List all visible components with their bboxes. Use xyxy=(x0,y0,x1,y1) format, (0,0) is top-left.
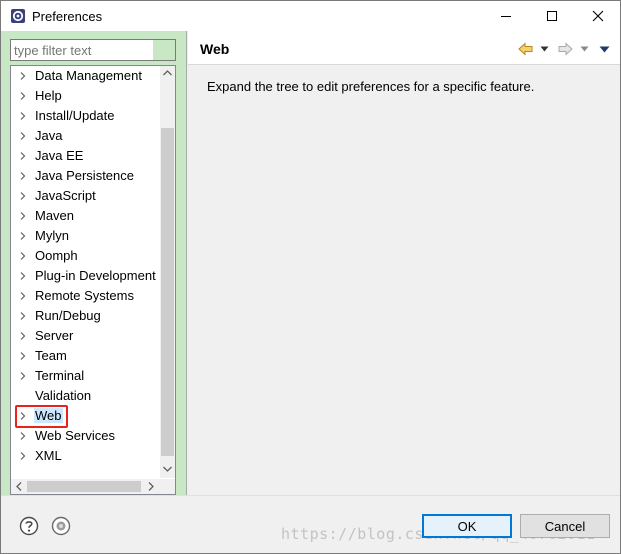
tree-item[interactable]: Help xyxy=(11,86,161,106)
tree-item-label: Java EE xyxy=(35,148,84,163)
chevron-right-icon[interactable] xyxy=(17,270,29,282)
selection-highlight-box xyxy=(15,405,68,428)
back-arrow-icon[interactable] xyxy=(518,41,534,57)
tree-item-label: Plug-in Development xyxy=(35,268,156,283)
tree-item[interactable]: XML xyxy=(11,446,161,466)
tree-item[interactable]: Install/Update xyxy=(11,106,161,126)
chevron-right-icon[interactable] xyxy=(17,150,29,162)
view-menu-icon[interactable] xyxy=(599,41,610,57)
tree-item-label: Data Management xyxy=(35,68,142,83)
tree-item-label: Remote Systems xyxy=(35,288,134,303)
scroll-right-icon[interactable] xyxy=(146,481,156,492)
chevron-right-icon[interactable] xyxy=(17,290,29,302)
tree-item[interactable]: JavaScript xyxy=(11,186,161,206)
chevron-right-icon[interactable] xyxy=(17,310,29,322)
tree-item[interactable]: Oomph xyxy=(11,246,161,266)
tree-item-label: Maven xyxy=(35,208,75,223)
chevron-right-icon[interactable] xyxy=(17,430,29,442)
tree-item-label: Terminal xyxy=(35,368,85,383)
tree-item[interactable]: Maven xyxy=(11,206,161,226)
chevron-right-icon[interactable] xyxy=(17,210,29,222)
chevron-right-icon[interactable] xyxy=(17,370,29,382)
tree-item-label: JavaScript xyxy=(35,188,96,203)
page-description: Expand the tree to edit preferences for … xyxy=(207,79,535,94)
forward-arrow-icon[interactable] xyxy=(557,41,573,57)
tree-horizontal-scrollbar[interactable] xyxy=(11,479,161,494)
chevron-right-icon[interactable] xyxy=(17,110,29,122)
scroll-down-icon[interactable] xyxy=(162,464,173,474)
preference-page: Web Expand the tree to edit preferences … xyxy=(188,31,620,495)
scroll-up-icon[interactable] xyxy=(162,68,173,78)
chevron-right-icon[interactable] xyxy=(17,190,29,202)
preference-tree: Data Management Help Install/Update Java Jav… xyxy=(10,65,176,495)
tree-item[interactable]: Server xyxy=(11,326,161,346)
maximize-button[interactable] xyxy=(529,1,575,31)
tree-item-label: Java Persistence xyxy=(35,168,134,183)
tree-item-label: Install/Update xyxy=(35,108,115,123)
page-header: Web xyxy=(188,31,620,65)
preference-tree-panel: Data Management Help Install/Update Java Jav… xyxy=(1,31,187,495)
chevron-right-icon[interactable] xyxy=(17,450,29,462)
tree-item-label: Team xyxy=(35,348,67,363)
horizontal-scroll-thumb[interactable] xyxy=(27,481,141,492)
help-icon[interactable] xyxy=(19,516,39,536)
window-title: Preferences xyxy=(32,9,103,24)
minimize-button[interactable] xyxy=(483,1,529,31)
close-icon xyxy=(592,10,604,22)
preferences-window: Preferences Data Management Help Install/U… xyxy=(0,0,621,554)
tree-item[interactable]: Mylyn xyxy=(11,226,161,246)
tree-vertical-scrollbar[interactable] xyxy=(160,66,175,478)
tree-item-label: Java xyxy=(35,128,63,143)
chevron-right-icon[interactable] xyxy=(17,70,29,82)
tree-item-label: Help xyxy=(35,88,62,103)
chevron-right-icon[interactable] xyxy=(17,170,29,182)
tree-item[interactable]: Data Management xyxy=(11,66,161,86)
back-dropdown-icon[interactable] xyxy=(540,41,549,57)
tree-item-label: Oomph xyxy=(35,248,78,263)
tree-item[interactable]: Terminal xyxy=(11,366,161,386)
vertical-scroll-thumb[interactable] xyxy=(161,128,174,456)
chevron-right-icon[interactable] xyxy=(17,230,29,242)
tree-item-label: Server xyxy=(35,328,74,343)
tree-item-label: Mylyn xyxy=(35,228,69,243)
import-export-icon[interactable] xyxy=(51,516,71,536)
tree-item[interactable]: Java xyxy=(11,126,161,146)
filter-box xyxy=(10,39,176,61)
chevron-right-icon[interactable] xyxy=(17,330,29,342)
filter-input[interactable] xyxy=(11,40,151,60)
tree-item[interactable]: Remote Systems xyxy=(11,286,161,306)
clear-filter-button[interactable] xyxy=(153,40,175,60)
tree-item[interactable]: Java EE xyxy=(11,146,161,166)
chevron-right-icon[interactable] xyxy=(17,90,29,102)
page-title: Web xyxy=(200,41,230,57)
maximize-icon xyxy=(547,11,557,21)
forward-dropdown-icon[interactable] xyxy=(580,41,589,57)
tree-item-label: XML xyxy=(35,448,62,463)
tree-item[interactable]: Web Services xyxy=(11,426,161,446)
eclipse-gear-icon xyxy=(10,8,26,24)
cancel-button[interactable]: Cancel xyxy=(520,514,610,538)
close-button[interactable] xyxy=(575,1,621,31)
title-bar[interactable]: Preferences xyxy=(1,1,620,31)
scroll-left-icon[interactable] xyxy=(14,481,24,492)
tree-item-label: Run/Debug xyxy=(35,308,101,323)
tree-item-label: Validation xyxy=(35,388,92,403)
ok-button[interactable]: OK xyxy=(422,514,512,538)
chevron-right-icon[interactable] xyxy=(17,350,29,362)
chevron-right-icon[interactable] xyxy=(17,130,29,142)
tree-item-label: Web Services xyxy=(35,428,115,443)
tree-item[interactable]: Run/Debug xyxy=(11,306,161,326)
tree-item[interactable]: Team xyxy=(11,346,161,366)
tree-item[interactable]: Java Persistence xyxy=(11,166,161,186)
dialog-button-bar: https://blog.csdn.net/qq_40762011 OK Can… xyxy=(1,495,620,553)
minimize-icon xyxy=(501,16,511,17)
chevron-right-icon[interactable] xyxy=(17,250,29,262)
tree-item[interactable]: Validation xyxy=(11,386,161,406)
tree-item[interactable]: Plug-in Development xyxy=(11,266,161,286)
scrollbar-corner xyxy=(160,479,175,494)
